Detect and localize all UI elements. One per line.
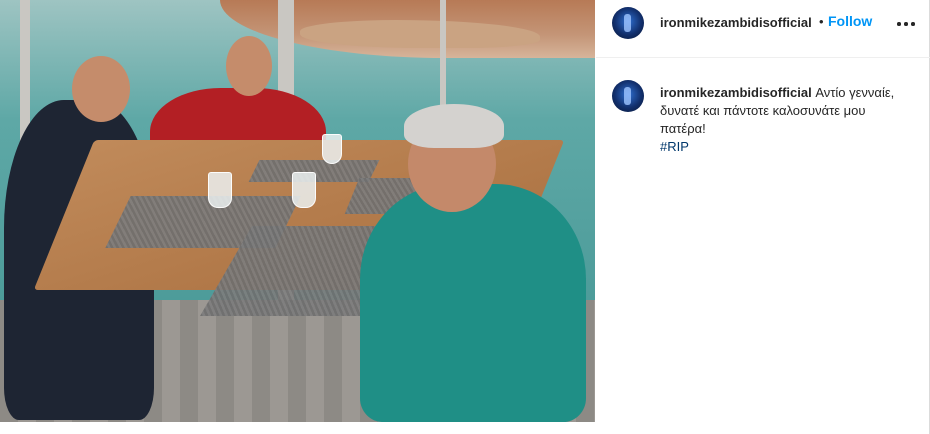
wine-glass bbox=[208, 172, 232, 208]
caption-hashtag[interactable]: #RIP bbox=[660, 138, 910, 156]
wine-glass bbox=[292, 172, 316, 208]
wine-glass bbox=[322, 134, 342, 164]
caption-text-block: ironmikezambidisofficial Αντίο γενναίε, … bbox=[660, 84, 910, 156]
caption-avatar[interactable] bbox=[612, 80, 644, 112]
person-left-head bbox=[72, 56, 130, 122]
follow-button[interactable]: Follow bbox=[828, 13, 872, 29]
post-photo[interactable] bbox=[0, 0, 595, 422]
person-right bbox=[360, 184, 586, 422]
follow-separator: • bbox=[819, 14, 824, 29]
person-right-hair bbox=[404, 104, 504, 148]
caption-username[interactable]: ironmikezambidisofficial bbox=[660, 85, 812, 100]
avatar[interactable] bbox=[612, 7, 644, 39]
more-horizontal-icon[interactable] bbox=[894, 10, 918, 34]
post-header: ironmikezambidisofficial • Follow bbox=[596, 0, 930, 58]
post-username[interactable]: ironmikezambidisofficial bbox=[660, 15, 812, 30]
instagram-post: ironmikezambidisofficial • Follow ironmi… bbox=[0, 0, 930, 434]
person-middle-head bbox=[226, 36, 272, 96]
